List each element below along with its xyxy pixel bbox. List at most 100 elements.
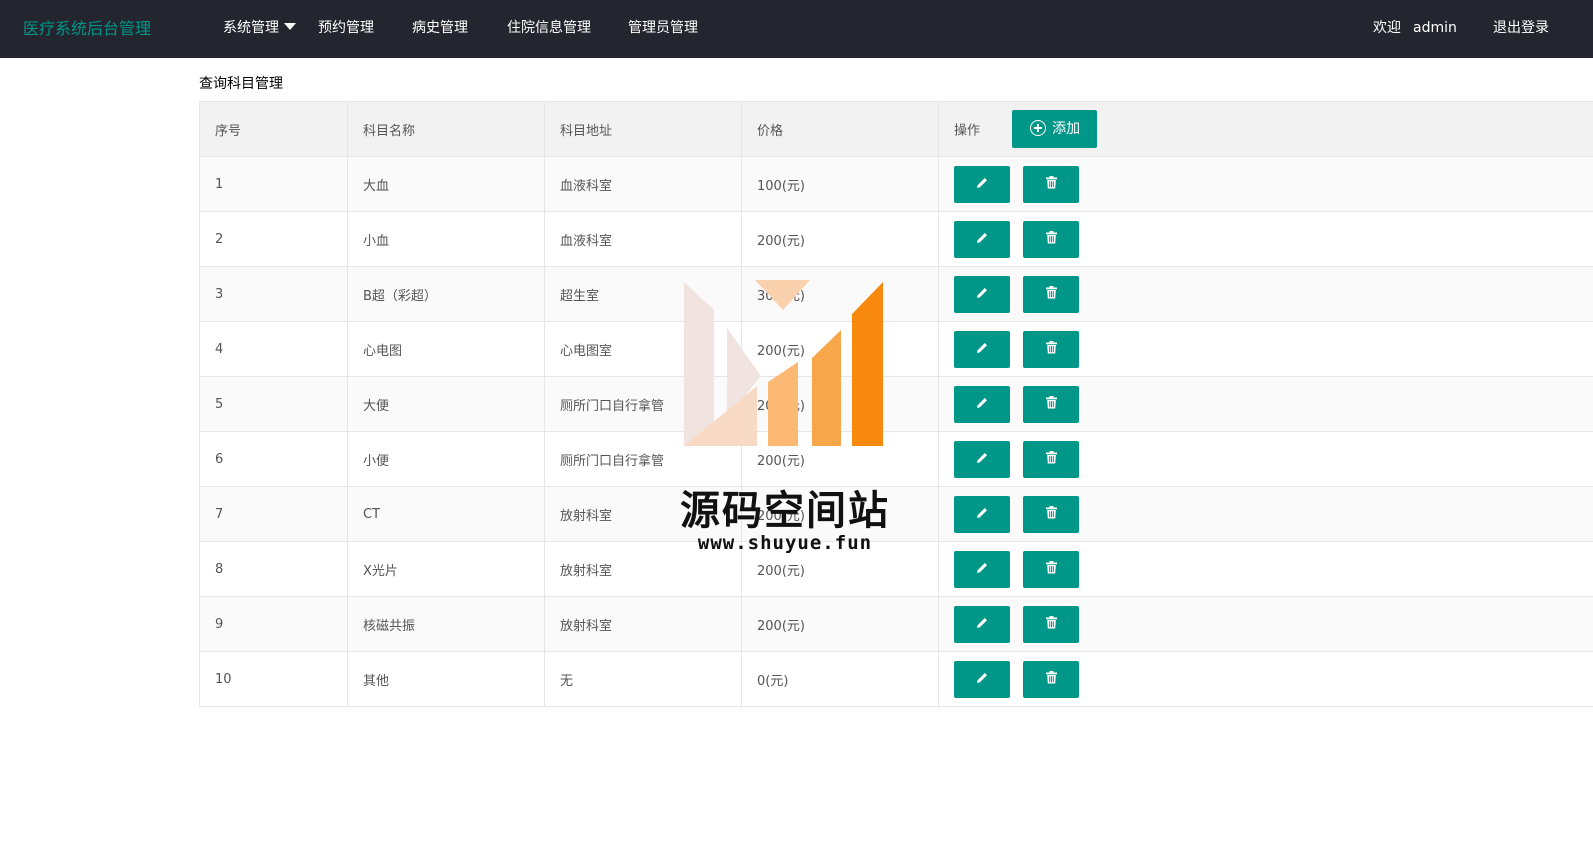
- nav-system-management[interactable]: 系统管理: [223, 0, 296, 57]
- nav-medical-history-management[interactable]: 病史管理: [412, 0, 468, 57]
- cell-actions: [938, 431, 1593, 487]
- add-button-label: 添加: [1052, 121, 1081, 137]
- welcome-label: 欢迎: [1373, 20, 1401, 36]
- edit-button[interactable]: [954, 165, 1010, 203]
- cell-name: 大便: [347, 376, 545, 432]
- nav-admin-management[interactable]: 管理员管理: [628, 0, 698, 57]
- trash-icon: [1045, 396, 1058, 412]
- table-header-row: 序号 科目名称 科目地址 价格 操作 添加: [199, 101, 1593, 157]
- page-title: 查询科目管理: [199, 76, 283, 92]
- table-row: 1 大血 血液科室 100(元): [199, 156, 1593, 212]
- nav-appointment-management[interactable]: 预约管理: [318, 0, 374, 57]
- column-header-index: 序号: [199, 101, 348, 157]
- cell-actions: [938, 376, 1593, 432]
- pencil-icon: [975, 287, 989, 302]
- column-header-address: 科目地址: [544, 101, 742, 157]
- actions-header-label: 操作: [954, 123, 981, 139]
- add-button[interactable]: 添加: [1012, 110, 1098, 148]
- watermark-logo-icon: [684, 280, 883, 446]
- cell-index: 1: [199, 156, 348, 212]
- cell-name: 大血: [347, 156, 545, 212]
- edit-button[interactable]: [954, 385, 1010, 423]
- delete-button[interactable]: [1023, 330, 1079, 368]
- edit-button[interactable]: [954, 605, 1010, 643]
- cell-name: 小便: [347, 431, 545, 487]
- cell-index: 9: [199, 596, 348, 652]
- cell-price: 100(元): [741, 156, 939, 212]
- edit-button[interactable]: [954, 330, 1010, 368]
- cell-name: CT: [347, 486, 545, 542]
- circle-plus-icon: [1030, 120, 1047, 136]
- cell-index: 7: [199, 486, 348, 542]
- cell-actions: [938, 156, 1593, 212]
- pencil-icon: [975, 507, 989, 522]
- cell-name: X光片: [347, 541, 545, 597]
- edit-button[interactable]: [954, 440, 1010, 478]
- cell-price: 200(元): [741, 211, 939, 267]
- cell-name: 其他: [347, 651, 545, 707]
- trash-icon: [1045, 176, 1058, 192]
- pencil-icon: [975, 562, 989, 577]
- delete-button[interactable]: [1023, 605, 1079, 643]
- app-brand[interactable]: 医疗系统后台管理: [23, 0, 151, 57]
- edit-button[interactable]: [954, 550, 1010, 588]
- edit-button[interactable]: [954, 220, 1010, 258]
- trash-icon: [1045, 451, 1058, 467]
- cell-name: 核磁共振: [347, 596, 545, 652]
- logout-link[interactable]: 退出登录: [1493, 0, 1549, 57]
- cell-actions: [938, 486, 1593, 542]
- cell-actions: [938, 321, 1593, 377]
- cell-address: 血液科室: [544, 156, 742, 212]
- delete-button[interactable]: [1023, 220, 1079, 258]
- nav-system-management-label: 系统管理: [223, 20, 279, 36]
- trash-icon: [1045, 671, 1058, 687]
- delete-button[interactable]: [1023, 495, 1079, 533]
- delete-button[interactable]: [1023, 440, 1079, 478]
- watermark-text: 源码空间站: [680, 488, 890, 534]
- nav-hospitalization-management[interactable]: 住院信息管理: [507, 0, 591, 57]
- edit-button[interactable]: [954, 495, 1010, 533]
- trash-icon: [1045, 616, 1058, 632]
- trash-icon: [1045, 286, 1058, 302]
- cell-address: 放射科室: [544, 596, 742, 652]
- cell-index: 10: [199, 651, 348, 707]
- trash-icon: [1045, 231, 1058, 247]
- table-row: 2 小血 血液科室 200(元): [199, 211, 1593, 267]
- caret-down-icon: [284, 23, 296, 30]
- cell-actions: [938, 541, 1593, 597]
- delete-button[interactable]: [1023, 660, 1079, 698]
- column-header-price: 价格: [741, 101, 939, 157]
- delete-button[interactable]: [1023, 275, 1079, 313]
- edit-button[interactable]: [954, 660, 1010, 698]
- column-header-actions: 操作 添加: [938, 101, 1593, 157]
- pencil-icon: [975, 617, 989, 632]
- welcome-user[interactable]: 欢迎 admin: [1373, 0, 1457, 57]
- table-row: 10 其他无 0(元): [199, 651, 1593, 707]
- cell-price: 0(元): [741, 651, 939, 707]
- username: admin: [1413, 20, 1457, 36]
- delete-button[interactable]: [1023, 550, 1079, 588]
- edit-button[interactable]: [954, 275, 1010, 313]
- cell-index: 2: [199, 211, 348, 267]
- table-row: 9 核磁共振 放射科室 200(元): [199, 596, 1593, 652]
- cell-actions: [938, 651, 1593, 707]
- trash-icon: [1045, 561, 1058, 577]
- pencil-icon: [975, 342, 989, 357]
- cell-price: 200(元): [741, 596, 939, 652]
- top-nav-bar: 医疗系统后台管理 系统管理 预约管理 病史管理 住院信息管理 管理员管理 欢迎 a…: [0, 0, 1593, 58]
- pencil-icon: [975, 452, 989, 467]
- delete-button[interactable]: [1023, 165, 1079, 203]
- cell-name: 小血: [347, 211, 545, 267]
- pencil-icon: [975, 177, 989, 192]
- delete-button[interactable]: [1023, 385, 1079, 423]
- cell-actions: [938, 266, 1593, 322]
- pencil-icon: [975, 232, 989, 247]
- cell-address: 无: [544, 651, 742, 707]
- trash-icon: [1045, 341, 1058, 357]
- cell-index: 8: [199, 541, 348, 597]
- watermark: 源码空间站 www.shuyue.fun: [665, 278, 905, 563]
- column-header-name: 科目名称: [347, 101, 545, 157]
- cell-index: 6: [199, 431, 348, 487]
- cell-name: 心电图: [347, 321, 545, 377]
- trash-icon: [1045, 506, 1058, 522]
